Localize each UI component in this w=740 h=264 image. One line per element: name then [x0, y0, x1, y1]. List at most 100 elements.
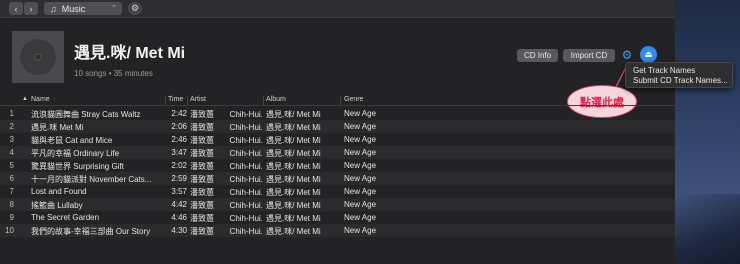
forward-button[interactable]: › — [24, 2, 38, 15]
track-artist: 潘致蕙 Chih-Hui... — [190, 214, 262, 223]
track-number: 1 — [9, 109, 14, 118]
track-number: 6 — [9, 174, 14, 183]
track-time: 2:02 — [171, 161, 187, 170]
track-time: 3:57 — [171, 187, 187, 196]
chevron-left-icon: ‹ — [14, 3, 18, 14]
track-row[interactable]: 2 遇見.咪 Met Mi 2:06 潘致蕙 Chih-Hui... 遇見.咪/… — [0, 120, 675, 133]
track-genre: New Age — [344, 135, 377, 144]
track-genre: New Age — [344, 174, 377, 183]
track-time: 4:42 — [171, 200, 187, 209]
track-album: 遇見.咪/ Met Mi — [266, 149, 321, 158]
track-name: 搖籃曲 Lullaby — [31, 201, 83, 210]
track-genre: New Age — [344, 200, 377, 209]
track-number: 10 — [5, 226, 14, 235]
media-type-label: Music — [61, 3, 86, 14]
gear-icon: ⚙ — [130, 3, 140, 13]
column-divider — [165, 96, 166, 105]
track-artist: 潘致蕙 Chih-Hui... — [190, 123, 262, 132]
menu-item-get-track-names[interactable]: Get Track Names — [633, 66, 695, 75]
column-header-artist[interactable]: Artist — [190, 96, 206, 103]
track-genre: New Age — [344, 161, 377, 170]
track-album: 遇見.咪/ Met Mi — [266, 123, 321, 132]
desktop-mountain — [675, 194, 740, 264]
track-number: 8 — [9, 200, 14, 209]
track-time: 2:42 — [171, 109, 187, 118]
track-genre: New Age — [344, 187, 377, 196]
track-name: 平凡的幸福 Ordinary Life — [31, 149, 120, 158]
track-name: The Secret Garden — [31, 213, 100, 222]
track-row[interactable]: 3 貓與老鼠 Cat and Mice 2:46 潘致蕙 Chih-Hui...… — [0, 133, 675, 146]
column-divider — [263, 96, 264, 105]
media-type-select[interactable]: ♫ Music ⌃ — [44, 2, 122, 15]
track-row[interactable]: 7 Lost and Found 3:57 潘致蕙 Chih-Hui... 遇見… — [0, 185, 675, 198]
column-divider — [187, 96, 188, 105]
track-name: 我們的故事-幸福三部曲 Our Story — [31, 227, 151, 236]
track-time: 3:47 — [171, 148, 187, 157]
column-header-album[interactable]: Album — [266, 96, 286, 103]
track-artist: 潘致蕙 Chih-Hui... — [190, 227, 262, 236]
track-row[interactable]: 8 搖籃曲 Lullaby 4:42 潘致蕙 Chih-Hui... 遇見.咪/… — [0, 198, 675, 211]
track-name: 十一月的貓派對 November Cats... — [31, 175, 152, 184]
settings-button[interactable]: ⚙ — [128, 2, 142, 15]
track-genre: New Age — [344, 213, 377, 222]
chevron-right-icon: › — [29, 3, 33, 14]
import-cd-button[interactable]: Import CD — [563, 49, 615, 62]
track-album: 遇見.咪/ Met Mi — [266, 110, 321, 119]
track-name: 驚異貓世界 Surprising Gift — [31, 162, 124, 171]
cd-disc-icon — [20, 39, 56, 75]
track-name: Lost and Found — [31, 187, 87, 196]
eject-icon: ⏏ — [644, 49, 653, 59]
track-album: 遇見.咪/ Met Mi — [266, 227, 321, 236]
track-artist: 潘致蕙 Chih-Hui... — [190, 149, 262, 158]
track-number: 3 — [9, 135, 14, 144]
eject-button[interactable]: ⏏ — [640, 46, 657, 63]
track-album: 遇見.咪/ Met Mi — [266, 175, 321, 184]
track-time: 2:59 — [171, 174, 187, 183]
track-row[interactable]: 5 驚異貓世界 Surprising Gift 2:02 潘致蕙 Chih-Hu… — [0, 159, 675, 172]
track-album: 遇見.咪/ Met Mi — [266, 201, 321, 210]
track-album: 遇見.咪/ Met Mi — [266, 162, 321, 171]
desktop-background — [675, 0, 740, 264]
menu-item-submit-cd-track-names[interactable]: Submit CD Track Names... — [633, 76, 728, 85]
track-artist: 潘致蕙 Chih-Hui... — [190, 162, 262, 171]
album-summary: 10 songs • 35 minutes — [74, 69, 153, 78]
cd-options-gear-icon[interactable]: ⚙ — [620, 48, 634, 62]
track-number: 5 — [9, 161, 14, 170]
chevron-updown-icon: ⌃ — [111, 5, 117, 12]
column-header-genre[interactable]: Genre — [344, 96, 363, 103]
track-row[interactable]: 1 流浪貓圓舞曲 Stray Cats Waltz 2:42 潘致蕙 Chih-… — [0, 107, 675, 120]
track-row[interactable]: 9 The Secret Garden 4:46 潘致蕙 Chih-Hui...… — [0, 211, 675, 224]
toolbar: ‹ › ♫ Music ⌃ ⚙ — [0, 0, 675, 18]
track-artist: 潘致蕙 Chih-Hui... — [190, 110, 262, 119]
track-artist: 潘致蕙 Chih-Hui... — [190, 175, 262, 184]
track-number: 4 — [9, 148, 14, 157]
track-time: 4:46 — [171, 213, 187, 222]
track-genre: New Age — [344, 226, 377, 235]
album-title: 遇見.咪/ Met Mi — [74, 45, 186, 62]
sort-arrow-icon[interactable]: ▲ — [22, 96, 28, 102]
track-time: 2:46 — [171, 135, 187, 144]
track-number: 7 — [9, 187, 14, 196]
music-note-icon: ♫ — [50, 3, 57, 14]
track-time: 2:06 — [171, 122, 187, 131]
track-row[interactable]: 4 平凡的幸福 Ordinary Life 3:47 潘致蕙 Chih-Hui.… — [0, 146, 675, 159]
column-header-time[interactable]: Time — [168, 96, 183, 103]
track-genre: New Age — [344, 148, 377, 157]
track-artist: 潘致蕙 Chih-Hui... — [190, 201, 262, 210]
track-album: 遇見.咪/ Met Mi — [266, 214, 321, 223]
track-artist: 潘致蕙 Chih-Hui... — [190, 136, 262, 145]
album-artwork — [12, 31, 64, 83]
track-row[interactable]: 10 我們的故事-幸福三部曲 Our Story 4:30 潘致蕙 Chih-H… — [0, 224, 675, 237]
track-album: 遇見.咪/ Met Mi — [266, 188, 321, 197]
track-name: 遇見.咪 Met Mi — [31, 123, 84, 132]
track-genre: New Age — [344, 109, 377, 118]
track-name: 貓與老鼠 Cat and Mice — [31, 136, 113, 145]
cd-options-menu: Get Track Names Submit CD Track Names... — [625, 62, 733, 88]
track-table-header: ▲ Name Time Artist Album Genre — [0, 95, 675, 106]
column-header-name[interactable]: Name — [31, 96, 50, 103]
track-row[interactable]: 6 十一月的貓派對 November Cats... 2:59 潘致蕙 Chih… — [0, 172, 675, 185]
track-number: 9 — [9, 213, 14, 222]
track-name: 流浪貓圓舞曲 Stray Cats Waltz — [31, 110, 141, 119]
cd-info-button[interactable]: CD Info — [517, 49, 558, 62]
back-button[interactable]: ‹ — [9, 2, 23, 15]
